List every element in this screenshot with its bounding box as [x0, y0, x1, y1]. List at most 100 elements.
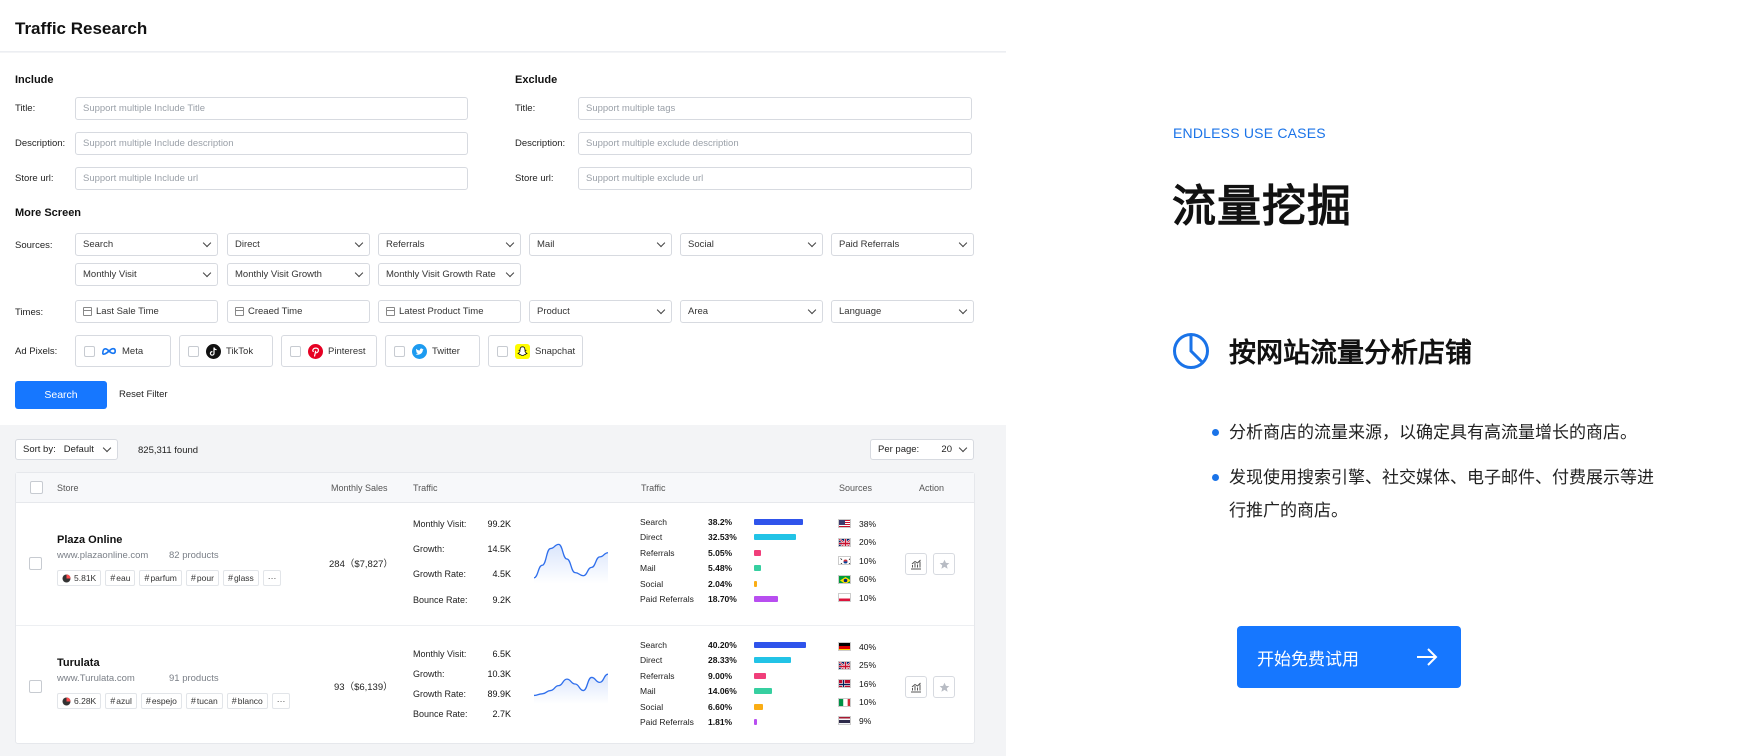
feature-bullet: 发现使用搜索引擎、社交媒体、电子邮件、付费展示等进行推广的商店。	[1229, 468, 1654, 520]
eyebrow-text: ENDLESS USE CASES	[1173, 125, 1326, 141]
tag[interactable]: # blanco	[226, 693, 268, 709]
chevron-down-icon	[102, 443, 112, 452]
select-all-checkbox[interactable]	[30, 481, 43, 494]
tag[interactable]: # azul	[105, 693, 137, 709]
reset-filter-button[interactable]: Reset Filter	[119, 389, 168, 400]
source-name: Direct	[640, 532, 663, 543]
source-social-select[interactable]: Social	[680, 233, 823, 256]
favorite-button[interactable]	[933, 676, 955, 698]
monthly-visit-select[interactable]: Monthly Visit	[75, 263, 218, 286]
pixel-tiktok-option[interactable]: TikTok	[179, 335, 273, 367]
pixel-meta-checkbox[interactable]	[84, 345, 95, 357]
country-percent: 20%	[859, 537, 877, 547]
start-free-trial-button[interactable]: 开始免费试用	[1237, 626, 1461, 688]
pixel-twitter-option[interactable]: Twitter	[385, 335, 480, 367]
bullet-dot	[1212, 474, 1219, 481]
country-percent: 60%	[859, 574, 877, 584]
pixel-meta-option[interactable]: Meta	[75, 335, 171, 367]
include-url-input[interactable]	[75, 167, 468, 190]
source-percent: 18.70%	[708, 594, 737, 604]
traffic-sparkline	[534, 673, 608, 704]
monthly-visit-growth-rate-select[interactable]: Monthly Visit Growth Rate	[378, 263, 521, 286]
store-products: 91 products	[169, 673, 219, 684]
store-url[interactable]: www.Turulata.com	[57, 673, 135, 684]
country-distribution: 40% 25% 16% 10% 9%	[838, 642, 898, 738]
tag[interactable]: # pour	[185, 570, 219, 586]
exclude-description-input[interactable]	[578, 132, 972, 155]
monthly-visit-value: 6.5K	[492, 649, 511, 659]
source-name: Social	[640, 578, 664, 589]
source-percent: 2.04%	[708, 578, 733, 589]
row-checkbox[interactable]	[29, 557, 42, 570]
country-distribution: 38% 20% 10% 60% 10%	[838, 519, 898, 615]
twitter-logo-icon	[411, 343, 427, 359]
source-bar	[754, 719, 757, 725]
country-percent: 10%	[859, 555, 877, 566]
country-percent: 16%	[859, 678, 877, 689]
row-checkbox[interactable]	[29, 680, 42, 693]
source-percent: 5.48%	[708, 563, 733, 574]
chart-icon	[911, 682, 921, 692]
cta-label: 开始免费试用	[1257, 649, 1359, 669]
view-trend-button[interactable]	[905, 676, 927, 698]
include-url-label: Store url:	[15, 173, 54, 184]
tag[interactable]: # glass	[222, 570, 259, 586]
pie-chart-icon	[1172, 332, 1210, 373]
star-icon	[939, 682, 949, 692]
uk-flag-icon	[838, 660, 851, 670]
store-name[interactable]: Plaza Online	[57, 534, 122, 546]
view-trend-button[interactable]	[905, 553, 927, 575]
include-title-input[interactable]	[75, 97, 468, 120]
exclude-title-label: Title:	[515, 103, 536, 114]
more-tags-button[interactable]: ···	[262, 570, 282, 586]
pixel-snapchat-checkbox[interactable]	[497, 345, 508, 357]
per-page-label: Per page:	[878, 444, 920, 455]
source-name: Referrals	[640, 670, 675, 681]
source-name: Paid Referrals	[640, 717, 694, 727]
source-mail-select[interactable]: Mail	[529, 233, 672, 256]
pixel-twitter-checkbox[interactable]	[394, 345, 405, 357]
include-description-input[interactable]	[75, 132, 468, 155]
search-button[interactable]: Search	[15, 381, 107, 409]
source-direct-select[interactable]: Direct	[227, 233, 370, 256]
store-url[interactable]: www.plazaonline.com	[57, 550, 148, 561]
source-bar	[754, 596, 779, 602]
sort-by-select[interactable]: Sort by: Default	[15, 439, 118, 460]
times-label: Times:	[15, 307, 44, 318]
latest-product-time-picker[interactable]: Latest Product Time	[378, 300, 521, 323]
source-referrals-select[interactable]: Referrals	[378, 233, 521, 256]
favorite-button[interactable]	[933, 553, 955, 575]
created-time-picker[interactable]: Creaed Time	[227, 300, 370, 323]
chevron-down-icon	[958, 443, 968, 452]
monthly-visit-growth-select[interactable]: Monthly Visit Growth	[227, 263, 370, 286]
tag[interactable]: # espejo	[140, 693, 182, 709]
source-name: Search	[640, 517, 667, 527]
chevron-down-icon	[807, 305, 817, 314]
col-store: Store	[57, 483, 79, 493]
source-paid-referrals-select[interactable]: Paid Referrals	[831, 233, 974, 256]
area-select[interactable]: Area	[680, 300, 823, 323]
source-percent: 5.05%	[708, 547, 733, 558]
exclude-title-input[interactable]	[578, 97, 972, 120]
more-tags-button[interactable]: ···	[271, 693, 291, 709]
store-name[interactable]: Turulata	[57, 657, 100, 669]
exclude-url-input[interactable]	[578, 167, 972, 190]
per-page-select[interactable]: Per page: 20	[870, 439, 974, 460]
last-sale-time-picker[interactable]: Last Sale Time	[75, 300, 218, 323]
source-percent: 6.60%	[708, 701, 733, 712]
source-search-select[interactable]: Search	[75, 233, 218, 256]
chevron-down-icon	[656, 238, 666, 247]
source-name: Paid Referrals	[640, 594, 694, 604]
chart-icon	[911, 559, 921, 569]
pixel-pinterest-checkbox[interactable]	[290, 345, 301, 357]
language-select[interactable]: Language	[831, 300, 974, 323]
exclude-url-label: Store url:	[515, 173, 554, 184]
tag[interactable]: # tucan	[185, 693, 223, 709]
pixel-snapchat-option[interactable]: Snapchat	[488, 335, 583, 367]
product-select[interactable]: Product	[529, 300, 672, 323]
tag[interactable]: # eau	[105, 570, 136, 586]
bounce-rate-value: 9.2K	[492, 595, 511, 605]
tag[interactable]: # parfum	[139, 570, 182, 586]
pixel-pinterest-option[interactable]: Pinterest	[281, 335, 377, 367]
pixel-tiktok-checkbox[interactable]	[188, 345, 199, 357]
